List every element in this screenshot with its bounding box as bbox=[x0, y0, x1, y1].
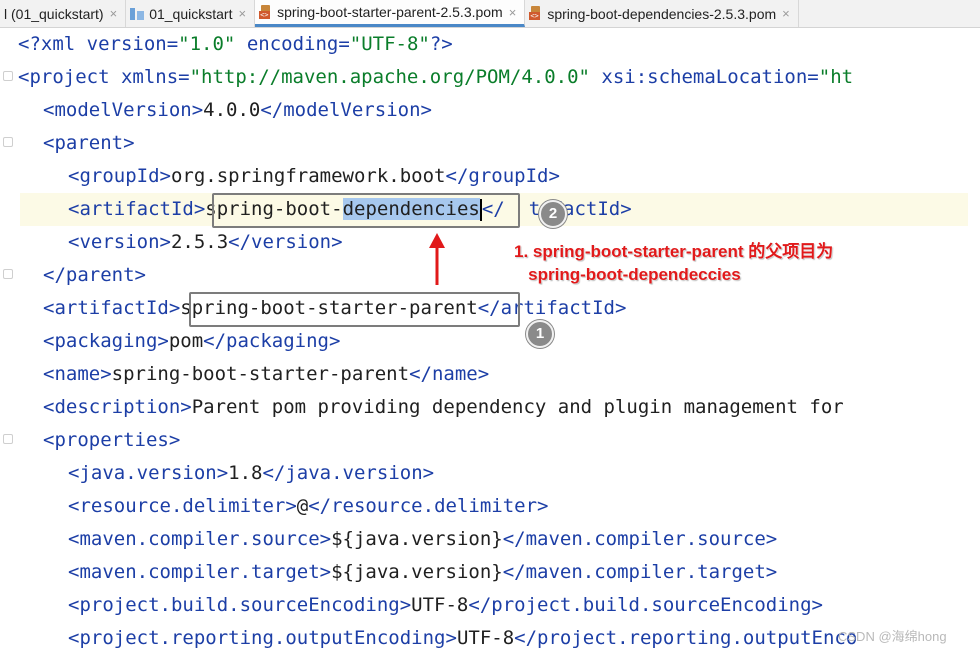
code-line: <java.version>1.8</java.version> bbox=[68, 462, 435, 484]
code-line: <packaging>pom</packaging> bbox=[43, 330, 341, 352]
tab-dependencies-pom[interactable]: spring-boot-dependencies-2.5.3.pom × bbox=[525, 0, 799, 27]
code-line: <?xml version="1.0" encoding="UTF-8"?> bbox=[18, 33, 453, 55]
tab-label: spring-boot-starter-parent-2.5.3.pom bbox=[277, 4, 503, 20]
step-badge-1: 1 bbox=[526, 320, 554, 348]
maven-pom-icon bbox=[259, 4, 272, 20]
code-line: <project.build.sourceEncoding>UTF-8</pro… bbox=[68, 594, 823, 616]
tab-starter-parent-pom[interactable]: spring-boot-starter-parent-2.5.3.pom × bbox=[255, 0, 526, 27]
code-line: <name>spring-boot-starter-parent</name> bbox=[43, 363, 490, 385]
close-icon[interactable]: × bbox=[782, 6, 790, 21]
module-icon bbox=[130, 7, 145, 20]
editor-tab-bar: l (01_quickstart) × 01_quickstart × spri… bbox=[0, 0, 980, 28]
highlight-box-starter-parent bbox=[189, 292, 520, 327]
tab-module-partial[interactable]: l (01_quickstart) × bbox=[0, 0, 127, 27]
maven-pom-icon bbox=[529, 6, 542, 21]
tab-01-quickstart[interactable]: 01_quickstart × bbox=[126, 0, 256, 27]
code-line: <properties> bbox=[43, 429, 181, 451]
code-line: <project xmlns="http://maven.apache.org/… bbox=[18, 66, 854, 88]
code-line: <parent> bbox=[43, 132, 135, 154]
highlight-box-dependencies bbox=[212, 193, 520, 228]
code-line: <resource.delimiter>@</resource.delimite… bbox=[68, 495, 549, 517]
annotation-line-2: spring-boot-dependeccies bbox=[514, 265, 741, 284]
close-icon[interactable]: × bbox=[509, 5, 517, 20]
close-icon[interactable]: × bbox=[110, 6, 118, 21]
arrow-up-icon bbox=[429, 233, 445, 285]
code-line: <maven.compiler.source>${java.version}</… bbox=[68, 528, 778, 550]
code-line: <modelVersion>4.0.0</modelVersion> bbox=[43, 99, 432, 121]
tab-label: l (01_quickstart) bbox=[4, 5, 104, 22]
tab-label: spring-boot-dependencies-2.5.3.pom bbox=[547, 5, 777, 22]
code-line: <description>Parent pom providing depend… bbox=[43, 396, 844, 418]
annotation-line-1: 1. spring-boot-starter-parent 的父项目为 bbox=[514, 242, 834, 261]
close-icon[interactable]: × bbox=[238, 6, 246, 21]
code-line: <maven.compiler.target>${java.version}</… bbox=[68, 561, 778, 583]
code-line: <project.reporting.outputEncoding>UTF-8<… bbox=[68, 627, 858, 649]
step-badge-2: 2 bbox=[539, 200, 567, 228]
code-line: <groupId>org.springframework.boot</group… bbox=[68, 165, 560, 187]
tab-label: 01_quickstart bbox=[149, 5, 233, 22]
watermark: CSDN @海绵hong bbox=[838, 629, 947, 644]
annotation-note: 1. spring-boot-starter-parent 的父项目为 spri… bbox=[514, 240, 833, 286]
